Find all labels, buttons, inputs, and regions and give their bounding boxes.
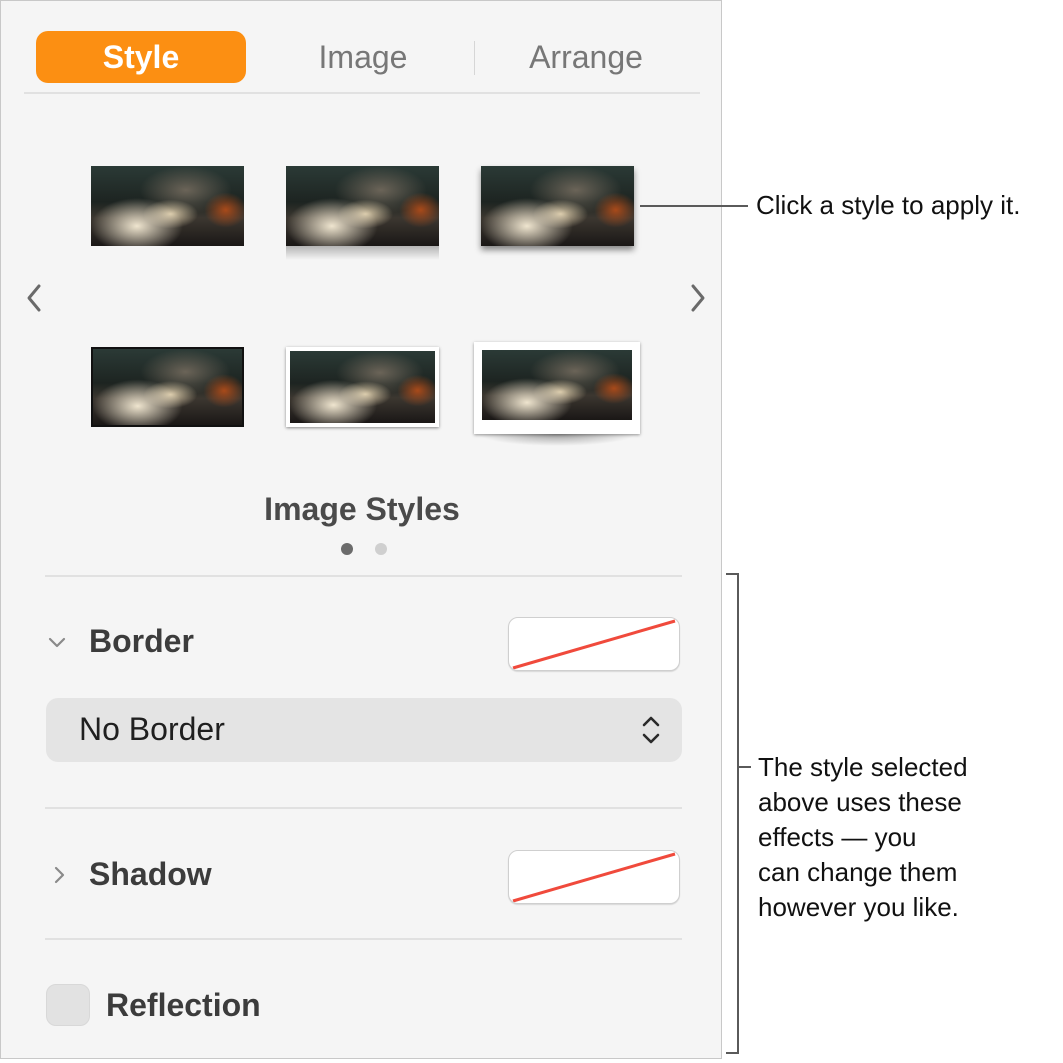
- thumbnail-image: [290, 351, 435, 423]
- thumbnail-image: [482, 350, 632, 420]
- style-thumbnail-reflection[interactable]: [286, 166, 439, 260]
- section-divider: [45, 575, 682, 577]
- callout-bracket-tick: [739, 766, 751, 768]
- section-divider: [45, 807, 682, 809]
- effects-callout-line: effects — you: [758, 822, 917, 852]
- reflection-label: Reflection: [106, 987, 261, 1023]
- border-label: Border: [89, 623, 194, 659]
- format-sidebar: Style Image Arrange Image Styles Border: [0, 0, 722, 1059]
- thumbnail-image: [91, 166, 244, 246]
- callout-bracket: [737, 573, 739, 1054]
- chevron-right-icon[interactable]: [49, 865, 69, 885]
- border-color-well[interactable]: [508, 617, 680, 671]
- effects-callout-line: The style selected: [758, 752, 968, 782]
- reflection-checkbox[interactable]: [46, 984, 90, 1026]
- chevron-updown-icon: [640, 713, 662, 747]
- style-thumbnail-white-frame[interactable]: [286, 347, 439, 427]
- tab-style[interactable]: Style: [36, 31, 246, 83]
- style-callout-text: Click a style to apply it.: [756, 190, 1021, 220]
- shadow-label: Shadow: [89, 856, 212, 892]
- no-color-icon: [512, 619, 676, 670]
- style-thumbnail-photo-curl[interactable]: [474, 342, 640, 446]
- style-thumbnail-shadow[interactable]: [481, 166, 634, 246]
- callout-bracket-top: [726, 573, 739, 575]
- tabs-divider: [24, 92, 700, 94]
- thumbnail-image: [481, 166, 634, 246]
- style-thumbnail-plain[interactable]: [91, 166, 244, 246]
- effects-callout-line: can change them: [758, 857, 958, 887]
- shadow-color-well[interactable]: [508, 850, 680, 904]
- page-indicator-1[interactable]: [341, 543, 353, 555]
- callout-bracket-bottom: [726, 1052, 739, 1054]
- tab-arrange[interactable]: Arrange: [491, 31, 681, 83]
- chevron-down-icon[interactable]: [47, 632, 67, 652]
- next-page-icon[interactable]: [683, 278, 711, 318]
- tab-image[interactable]: Image: [263, 31, 463, 83]
- no-color-icon: [512, 852, 676, 903]
- thumbnail-image: [286, 166, 439, 246]
- effects-callout-line: however you like.: [758, 892, 959, 922]
- thumbnail-image: [91, 347, 244, 427]
- effects-callout: The style selected above uses these effe…: [758, 750, 1058, 925]
- image-styles-title: Image Styles: [264, 491, 460, 527]
- tab-divider: [474, 41, 475, 75]
- reflection-effect: [286, 246, 439, 260]
- previous-page-icon[interactable]: [21, 278, 49, 318]
- section-divider: [45, 938, 682, 940]
- border-style-value: No Border: [79, 711, 225, 747]
- page-indicator-2[interactable]: [375, 543, 387, 555]
- border-style-popup[interactable]: No Border: [46, 698, 682, 762]
- callout-leader-line: [640, 205, 748, 207]
- style-thumbnail-black-border[interactable]: [91, 347, 244, 427]
- effects-callout-line: above uses these: [758, 787, 962, 817]
- curl-shadow-effect: [478, 434, 636, 446]
